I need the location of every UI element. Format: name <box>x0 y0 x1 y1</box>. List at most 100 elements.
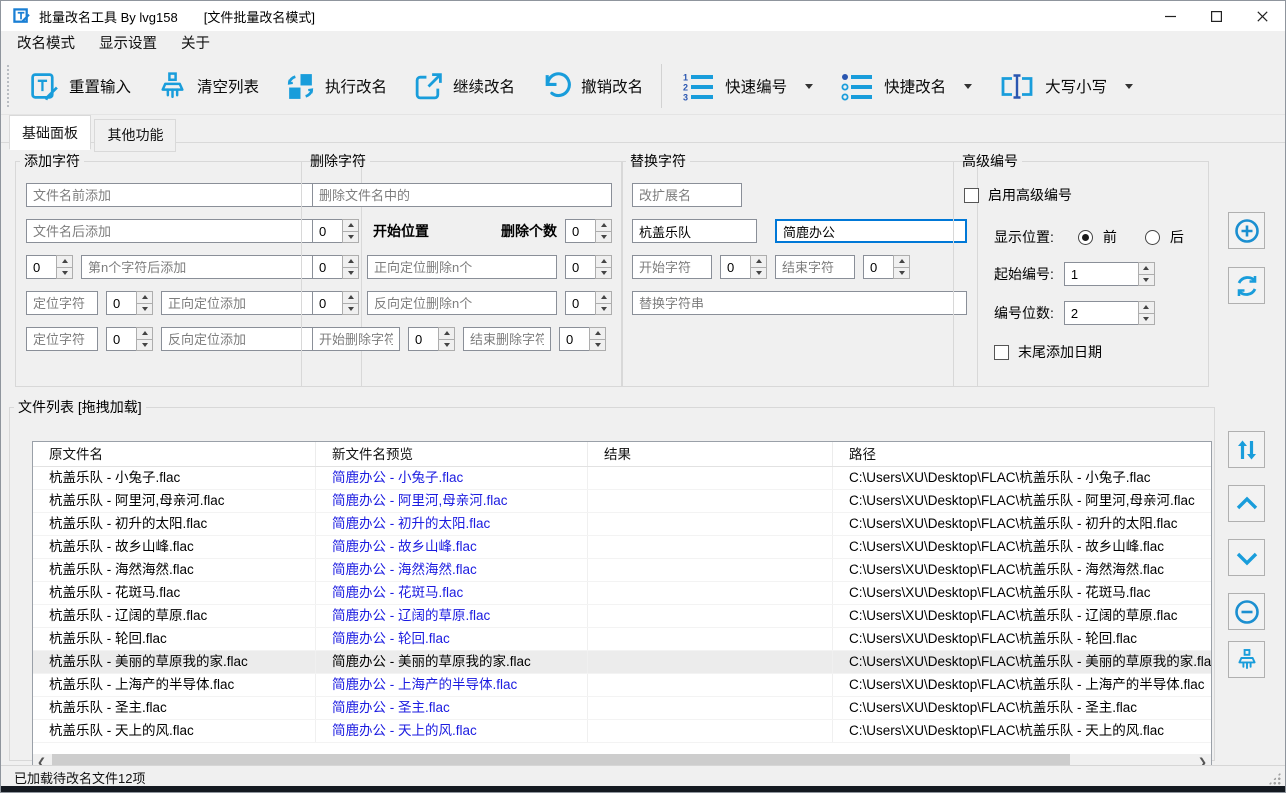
sort-list-button[interactable] <box>1228 431 1265 468</box>
delete-to-spinner[interactable] <box>559 327 606 351</box>
replace-text-input[interactable] <box>775 219 967 243</box>
range-end-spinner[interactable] <box>863 255 910 279</box>
spin-down-icon[interactable] <box>893 268 910 280</box>
spin-up-icon[interactable] <box>595 255 612 268</box>
fwd-anchor-input[interactable] <box>26 291 98 315</box>
delete-from-input[interactable] <box>312 327 400 351</box>
rev-delete-pos-spinner[interactable] <box>312 291 359 315</box>
table-row[interactable]: 杭盖乐队 - 美丽的草原我的家.flac 简鹿办公 - 美丽的草原我的家.fla… <box>33 651 1211 674</box>
minimize-icon[interactable] <box>1147 1 1193 31</box>
spin-up-icon[interactable] <box>750 255 767 268</box>
execute-rename-button[interactable]: 执行改名 <box>272 62 400 110</box>
spin-down-icon[interactable] <box>595 268 612 280</box>
delete-count-spinner[interactable] <box>565 219 612 243</box>
quick-number-button[interactable]: 1 2 3 快速编号 <box>667 62 826 110</box>
quick-rename-dropdown-icon[interactable] <box>964 84 972 89</box>
spin-down-icon[interactable] <box>342 268 359 280</box>
spin-down-icon[interactable] <box>136 340 153 352</box>
quick-rename-button[interactable]: 快捷改名 <box>826 62 985 110</box>
table-row[interactable]: 杭盖乐队 - 海然海然.flac 简鹿办公 - 海然海然.flac C:\Use… <box>33 559 1211 582</box>
reset-input-button[interactable]: 重置输入 <box>16 62 144 110</box>
fwd-delete-pos-spinner[interactable] <box>312 255 359 279</box>
move-down-button[interactable] <box>1228 539 1265 576</box>
fwd-offset-spinner[interactable] <box>106 291 153 315</box>
spin-down-icon[interactable] <box>1138 314 1155 326</box>
menu-about[interactable]: 关于 <box>169 31 222 58</box>
spin-up-icon[interactable] <box>342 219 359 232</box>
delete-from-spinner[interactable] <box>408 327 455 351</box>
start-number-spinner[interactable] <box>1064 262 1155 286</box>
replace-string-input[interactable] <box>632 291 967 315</box>
spin-up-icon[interactable] <box>1138 262 1155 275</box>
case-convert-dropdown-icon[interactable] <box>1125 84 1133 89</box>
nth-position-spinner[interactable] <box>26 255 73 279</box>
spin-down-icon[interactable] <box>56 268 73 280</box>
table-row[interactable]: 杭盖乐队 - 小兔子.flac 简鹿办公 - 小兔子.flac C:\Users… <box>33 467 1211 490</box>
column-result[interactable]: 结果 <box>588 442 833 466</box>
spin-up-icon[interactable] <box>342 291 359 304</box>
tab-basic-panel[interactable]: 基础面板 <box>9 115 91 150</box>
resize-grip[interactable] <box>1268 772 1281 785</box>
move-up-button[interactable] <box>1228 485 1265 522</box>
spin-up-icon[interactable] <box>589 327 606 340</box>
spin-up-icon[interactable] <box>893 255 910 268</box>
spin-down-icon[interactable] <box>589 340 606 352</box>
delete-contain-input[interactable] <box>312 183 612 207</box>
spin-up-icon[interactable] <box>136 291 153 304</box>
rev-delete-input[interactable] <box>367 291 557 315</box>
add-files-button[interactable] <box>1228 212 1265 249</box>
delete-start-spinner[interactable] <box>312 219 359 243</box>
tab-other-functions[interactable]: 其他功能 <box>94 119 176 152</box>
spin-down-icon[interactable] <box>342 304 359 316</box>
table-row[interactable]: 杭盖乐队 - 花斑马.flac 简鹿办公 - 花斑马.flac C:\Users… <box>33 582 1211 605</box>
fwd-delete-count-spinner[interactable] <box>565 255 612 279</box>
rev-delete-count-spinner[interactable] <box>565 291 612 315</box>
spin-down-icon[interactable] <box>750 268 767 280</box>
digits-spinner[interactable] <box>1064 301 1155 325</box>
delete-to-input[interactable] <box>463 327 551 351</box>
spin-up-icon[interactable] <box>438 327 455 340</box>
spin-down-icon[interactable] <box>595 304 612 316</box>
spin-down-icon[interactable] <box>136 304 153 316</box>
rev-offset-spinner[interactable] <box>106 327 153 351</box>
case-convert-button[interactable]: 大写小写 <box>985 62 1146 110</box>
append-date-checkbox[interactable] <box>994 345 1009 360</box>
table-row[interactable]: 杭盖乐队 - 辽阔的草原.flac 简鹿办公 - 辽阔的草原.flac C:\U… <box>33 605 1211 628</box>
spin-up-icon[interactable] <box>595 219 612 232</box>
spin-down-icon[interactable] <box>438 340 455 352</box>
table-row[interactable]: 杭盖乐队 - 故乡山峰.flac 简鹿办公 - 故乡山峰.flac C:\Use… <box>33 536 1211 559</box>
change-ext-input[interactable] <box>632 183 742 207</box>
remove-file-button[interactable] <box>1228 593 1265 630</box>
clear-all-button[interactable] <box>1228 641 1265 678</box>
spin-up-icon[interactable] <box>1138 301 1155 314</box>
spin-down-icon[interactable] <box>342 232 359 244</box>
table-row[interactable]: 杭盖乐队 - 阿里河,母亲河.flac 简鹿办公 - 阿里河,母亲河.flac … <box>33 490 1211 513</box>
column-new-name-preview[interactable]: 新文件名预览 <box>316 442 588 466</box>
maximize-icon[interactable] <box>1193 1 1239 31</box>
find-text-input[interactable] <box>632 219 757 243</box>
column-path[interactable]: 路径 <box>833 442 1211 466</box>
continue-rename-button[interactable]: 继续改名 <box>400 62 528 110</box>
quick-number-dropdown-icon[interactable] <box>805 84 813 89</box>
clear-list-button[interactable]: 清空列表 <box>144 62 272 110</box>
table-row[interactable]: 杭盖乐队 - 初升的太阳.flac 简鹿办公 - 初升的太阳.flac C:\U… <box>33 513 1211 536</box>
table-row[interactable]: 杭盖乐队 - 圣主.flac 简鹿办公 - 圣主.flac C:\Users\X… <box>33 697 1211 720</box>
fwd-delete-input[interactable] <box>367 255 557 279</box>
menu-rename-mode[interactable]: 改名模式 <box>5 31 87 58</box>
spin-up-icon[interactable] <box>595 291 612 304</box>
position-front-radio[interactable] <box>1078 230 1093 245</box>
enable-advanced-checkbox[interactable] <box>964 188 979 203</box>
position-back-radio[interactable] <box>1145 230 1160 245</box>
column-original-name[interactable]: 原文件名 <box>33 442 316 466</box>
spin-up-icon[interactable] <box>136 327 153 340</box>
spin-up-icon[interactable] <box>342 255 359 268</box>
table-row[interactable]: 杭盖乐队 - 轮回.flac 简鹿办公 - 轮回.flac C:\Users\X… <box>33 628 1211 651</box>
table-row[interactable]: 杭盖乐队 - 上海产的半导体.flac 简鹿办公 - 上海产的半导体.flac … <box>33 674 1211 697</box>
refresh-list-button[interactable] <box>1228 267 1265 304</box>
undo-rename-button[interactable]: 撤销改名 <box>528 62 656 110</box>
range-start-spinner[interactable] <box>720 255 767 279</box>
spin-up-icon[interactable] <box>56 255 73 268</box>
range-end-input[interactable] <box>775 255 855 279</box>
rev-anchor-input[interactable] <box>26 327 98 351</box>
menu-display-settings[interactable]: 显示设置 <box>87 31 169 58</box>
